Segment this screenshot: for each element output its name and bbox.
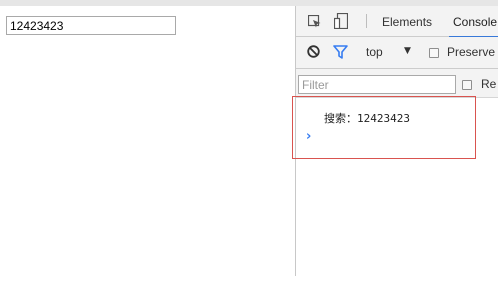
inspect-icon[interactable] [308,15,321,28]
toolbar-separator [366,14,367,28]
filter-row: Re [296,69,498,98]
filter-icon[interactable] [333,45,348,59]
page-viewport [0,6,296,276]
device-toolbar-icon[interactable] [334,13,348,29]
search-input[interactable] [6,16,176,35]
devtools-tabbar: Elements Console [296,6,498,38]
console-log-message: 搜索：12423423 [324,112,410,125]
preserve-log-checkbox[interactable] [429,48,439,58]
console-toolbar: top ▼ Preserve [296,37,498,69]
tab-console[interactable]: Console [448,15,498,38]
regex-label[interactable]: Re [481,77,496,91]
regex-checkbox[interactable] [462,80,472,90]
dropdown-caret-icon[interactable]: ▼ [404,46,411,56]
prompt-icon[interactable]: › [306,129,311,144]
console-output: 搜索：12423423 › [296,98,498,276]
devtools-panel: Elements Console top ▼ Preserve Re 搜索：12… [295,6,498,276]
clear-console-icon[interactable] [307,45,320,58]
filter-input[interactable] [298,75,456,94]
tab-elements[interactable]: Elements [382,15,432,29]
context-selector[interactable]: top [366,45,383,59]
preserve-log-label[interactable]: Preserve [447,45,495,59]
